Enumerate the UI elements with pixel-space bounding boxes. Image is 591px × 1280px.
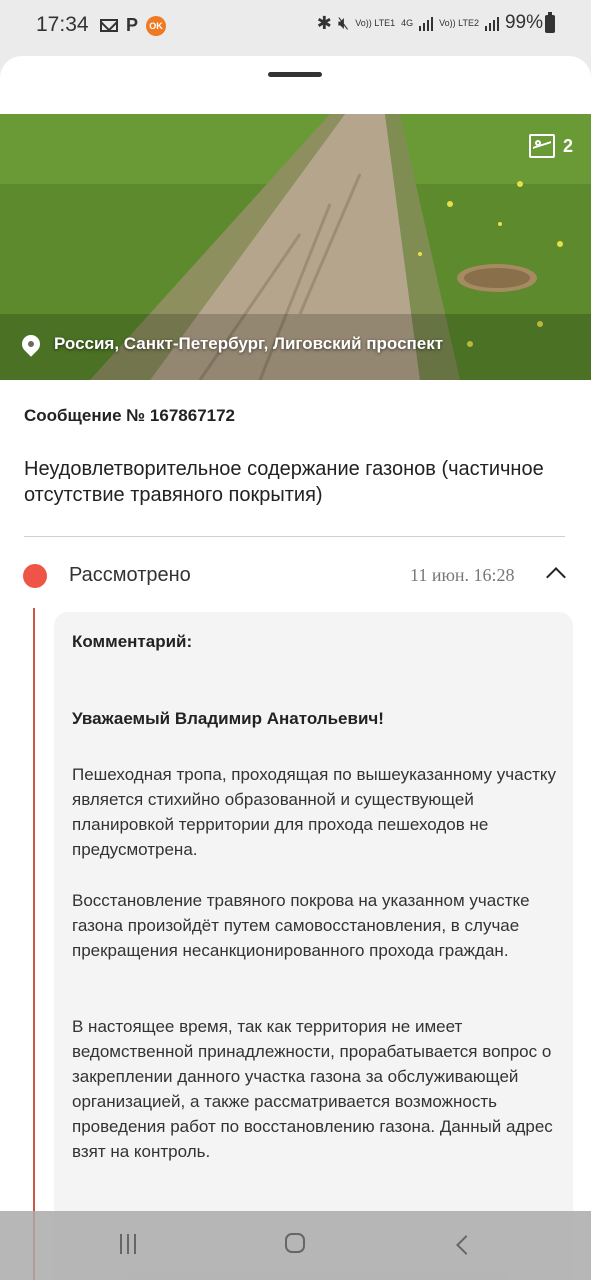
status-bar: 17:34 P OK ✱ 🔇︎ Vo)) LTE1 4G Vo)) LTE2 9…: [0, 0, 591, 56]
divider: [24, 536, 565, 537]
location-text: Россия, Санкт-Петербург, Лиговский просп…: [54, 334, 444, 353]
location-pin-icon: [18, 331, 44, 357]
battery-icon: [545, 12, 555, 33]
image-gallery-icon: [528, 134, 555, 158]
comment-paragraph: Пешеходная тропа, проходящая по вышеуказ…: [72, 765, 557, 859]
mail-icon: [100, 19, 118, 32]
sim1-label: Vo)) LTE1: [355, 17, 396, 28]
status-label: Рассмотрено: [69, 564, 191, 586]
home-button[interactable]: [285, 1233, 305, 1253]
parking-app-icon: P: [126, 15, 139, 35]
status-row[interactable]: Рассмотрено 11 июн. 16:28: [0, 556, 591, 596]
bottom-sheet: 2 Россия, Санкт-Петербург, Лиговский про…: [0, 56, 591, 1280]
gallery-button[interactable]: 2: [528, 134, 573, 158]
recent-apps-button[interactable]: [120, 1234, 136, 1254]
status-time: 17:34: [36, 13, 89, 36]
message-number: Сообщение № 167867172: [24, 406, 236, 425]
sheet-drag-handle[interactable]: [268, 72, 322, 77]
mute-icon: 🔇︎: [337, 12, 350, 33]
comment-paragraph: Восстановление травяного покрова на указ…: [72, 891, 530, 960]
signal-icon-2: [484, 15, 499, 31]
back-button[interactable]: [456, 1235, 476, 1255]
bluetooth-icon: ✱: [316, 12, 332, 33]
status-date: 11 июн. 16:28: [410, 565, 515, 585]
gallery-count: 2: [562, 135, 573, 156]
location-label: Россия, Санкт-Петербург, Лиговский просп…: [18, 331, 444, 357]
notification-icons: P OK: [100, 15, 167, 36]
system-nav-bar: [0, 1211, 591, 1280]
comment-card: Комментарий: Уважаемый Владимир Анатолье…: [54, 612, 573, 1280]
app-notification-icon: OK: [146, 15, 167, 36]
comment-paragraph: В настоящее время, так как территория не…: [72, 1017, 553, 1161]
signal-icon: [419, 15, 434, 31]
status-indicator-dot: [23, 564, 47, 588]
timeline-line: [33, 608, 35, 1280]
network-type-label: 4G: [401, 17, 414, 28]
chevron-up-icon[interactable]: [546, 567, 566, 587]
sim2-label: Vo)) LTE2: [439, 17, 479, 28]
comment-heading: Комментарий:: [72, 632, 193, 651]
comment-greeting: Уважаемый Владимир Анатольевич!: [72, 709, 384, 728]
system-icons: ✱ 🔇︎ Vo)) LTE1 4G Vo)) LTE2 99%: [317, 12, 543, 34]
battery-percent: 99%: [504, 12, 543, 33]
message-title: Неудовлетворительное содержание газонов …: [24, 458, 544, 506]
report-photo[interactable]: 2 Россия, Санкт-Петербург, Лиговский про…: [0, 114, 591, 380]
